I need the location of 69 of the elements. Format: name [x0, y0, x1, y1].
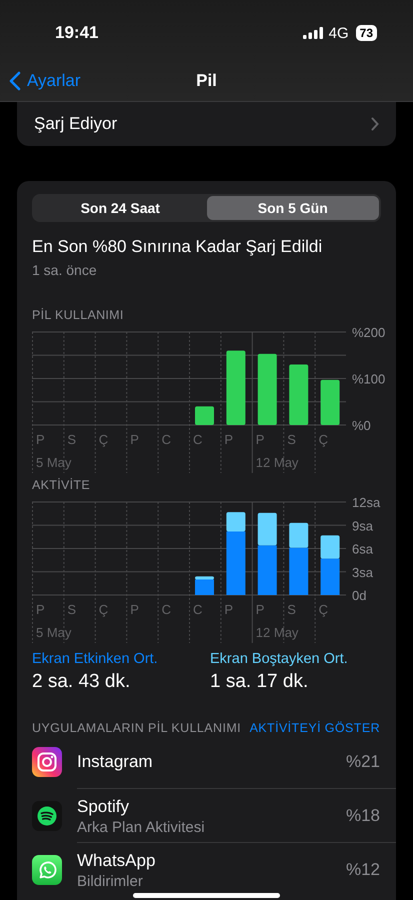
app-icon [32, 801, 62, 831]
chart-bar [289, 364, 308, 425]
app-detail: Bildirimler [77, 874, 144, 889]
app-percent: %18 [346, 806, 380, 826]
x-tick-label: P [36, 432, 45, 447]
x-tick-label: S [287, 432, 296, 447]
y-tick-label: %0 [352, 418, 371, 433]
section-header: UYGULAMALARIN PİL KULLANIMI [32, 721, 242, 735]
x-tick-label: Ç [98, 432, 108, 447]
chevron-left-icon [9, 71, 21, 91]
x-tick-label: Ç [318, 432, 328, 447]
y-tick-label: 6sa [352, 542, 373, 556]
date-label: 12 May [256, 455, 298, 470]
segment-tab[interactable]: Son 24 Saat [34, 196, 206, 220]
x-tick-label: P [256, 432, 264, 447]
y-tick-label: %100 [352, 372, 386, 386]
x-tick-label: P [256, 602, 264, 617]
chevron-right-icon [371, 117, 379, 131]
app-icon [32, 747, 62, 777]
date-label: 5 May [36, 625, 72, 640]
battery-icon: 73 [356, 25, 377, 41]
app-detail: Arka Plan Aktivitesi [77, 820, 206, 834]
last-charge-time: 1 sa. önce [32, 262, 98, 278]
x-tick-label: C [162, 432, 171, 447]
x-tick-label: S [287, 602, 296, 617]
chart-bar [320, 380, 340, 425]
x-tick-label: P [224, 432, 234, 447]
app-percent: %21 [346, 752, 380, 772]
last-charge-title: En Son %80 Sınırına Kadar Şarj Edildi [32, 237, 324, 257]
x-tick-label: Ç [318, 602, 328, 617]
average-value: 2 sa. 43 dk. [32, 671, 132, 693]
status-time: 19:41 [55, 23, 100, 43]
network-label: 4G [328, 24, 349, 42]
average-label: Ekran Etkinken Ort. [32, 651, 159, 667]
x-tick-label: C [193, 602, 202, 617]
y-tick-label: 0d [352, 588, 366, 603]
app-percent: %12 [346, 860, 380, 880]
x-tick-label: P [224, 602, 234, 617]
row-label: Şarj Ediyor [34, 114, 118, 134]
app-name: Spotify [77, 796, 130, 816]
chart-title: PİL KULLANIMI [32, 308, 125, 322]
x-tick-label: P [130, 602, 139, 617]
show-activity-link[interactable]: AKTİVİTEYİ GÖSTER [250, 721, 380, 735]
average-value: 1 sa. 17 dk. [210, 671, 310, 693]
y-tick-label: %200 [352, 325, 386, 340]
chart-bar [258, 354, 277, 425]
average-label: Ekran Boştayken Ort. [210, 651, 349, 667]
chart-bar [195, 406, 214, 425]
x-tick-label: Ç [98, 602, 108, 617]
x-tick-label: P [130, 432, 139, 447]
back-button[interactable]: Ayarlar [9, 71, 81, 91]
y-tick-label: 9sa [352, 518, 373, 534]
page-title: Pil [196, 71, 217, 91]
app-name: Instagram [77, 752, 154, 772]
charging-row[interactable]: Şarj Ediyor [17, 102, 396, 146]
y-tick-label: 12sa [352, 495, 380, 510]
y-tick-label: 3sa [352, 564, 373, 580]
chart-title: AKTİVİTE [32, 478, 91, 492]
segment-tab[interactable]: Son 5 Gün [206, 196, 379, 220]
signal-icon [302, 27, 323, 39]
x-tick-label: C [162, 602, 171, 617]
x-tick-label: S [67, 602, 76, 617]
x-tick-label: S [67, 432, 76, 447]
app-name: WhatsApp [77, 851, 156, 871]
x-tick-label: P [36, 602, 45, 617]
date-label: 12 May [256, 625, 298, 640]
x-tick-label: C [193, 432, 202, 447]
date-label: 5 May [36, 455, 72, 470]
app-icon [32, 855, 62, 885]
